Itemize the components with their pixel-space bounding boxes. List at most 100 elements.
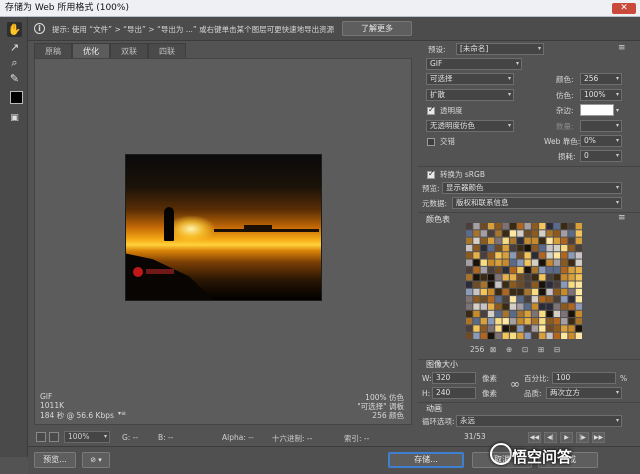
palette-swatch[interactable] bbox=[480, 274, 487, 281]
palette-swatch[interactable] bbox=[466, 259, 473, 266]
tab-optimized[interactable]: 优化 bbox=[72, 43, 110, 58]
palette-swatch[interactable] bbox=[517, 259, 524, 266]
palette-swatch[interactable] bbox=[517, 266, 524, 274]
palette-swatch[interactable] bbox=[480, 237, 487, 244]
palette-swatch[interactable] bbox=[531, 230, 539, 237]
palette-swatch[interactable] bbox=[568, 288, 575, 296]
palette-swatch[interactable] bbox=[553, 230, 561, 237]
palette-swatch[interactable] bbox=[502, 296, 509, 303]
palette-swatch[interactable] bbox=[553, 252, 561, 259]
palette-swatch[interactable] bbox=[568, 252, 575, 259]
palette-swatch[interactable] bbox=[524, 252, 531, 259]
palette-swatch[interactable] bbox=[495, 259, 502, 266]
palette-swatch[interactable] bbox=[539, 310, 546, 318]
tab-2-up[interactable]: 双联 bbox=[110, 43, 148, 58]
palette-swatch[interactable] bbox=[575, 325, 582, 332]
palette-swatch[interactable] bbox=[480, 325, 487, 332]
preview-mode-select[interactable]: 显示器颜色 ▾ bbox=[442, 182, 622, 194]
palette-swatch[interactable] bbox=[502, 332, 509, 339]
palette-swatch[interactable] bbox=[473, 288, 480, 296]
palette-swatch[interactable] bbox=[495, 296, 502, 303]
palette-swatch[interactable] bbox=[561, 325, 568, 332]
palette-swatch[interactable] bbox=[517, 318, 524, 325]
palette-swatch[interactable] bbox=[502, 303, 509, 310]
palette-swatch[interactable] bbox=[473, 252, 480, 259]
palette-swatch[interactable] bbox=[473, 266, 480, 274]
dither-algorithm-select[interactable]: 扩散 ▾ bbox=[426, 89, 514, 101]
palette-swatch[interactable] bbox=[561, 310, 568, 318]
lossy-input[interactable]: 0 ▾ bbox=[580, 150, 622, 162]
palette-swatch[interactable] bbox=[495, 244, 502, 252]
preview-button[interactable]: 预览... bbox=[34, 452, 76, 468]
palette-swatch[interactable] bbox=[509, 296, 517, 303]
palette-swatch[interactable] bbox=[546, 296, 553, 303]
palette-swatch[interactable] bbox=[502, 244, 509, 252]
palette-swatch[interactable] bbox=[517, 310, 524, 318]
transparency-checkbox[interactable] bbox=[427, 105, 435, 115]
loop-select[interactable]: 永远 ▾ bbox=[456, 415, 622, 427]
palette-swatch[interactable] bbox=[575, 296, 582, 303]
palette-swatch[interactable] bbox=[524, 281, 531, 288]
palette-swatch[interactable] bbox=[531, 296, 539, 303]
palette-swatch[interactable] bbox=[466, 230, 473, 237]
close-window-button[interactable]: ✕ bbox=[612, 3, 636, 14]
palette-swatch[interactable] bbox=[473, 223, 480, 230]
palette-swatch[interactable] bbox=[502, 318, 509, 325]
palette-swatch[interactable] bbox=[524, 332, 531, 339]
palette-swatch[interactable] bbox=[473, 274, 480, 281]
toggle-slices-icon[interactable]: ▣ bbox=[7, 111, 22, 126]
palette-swatch[interactable] bbox=[480, 318, 487, 325]
colors-select[interactable]: 256 ▾ bbox=[580, 73, 622, 85]
width-input[interactable]: 320 bbox=[432, 372, 476, 384]
palette-swatch[interactable] bbox=[531, 266, 539, 274]
palette-swatch[interactable] bbox=[561, 303, 568, 310]
palette-swatch[interactable] bbox=[524, 230, 531, 237]
palette-swatch[interactable] bbox=[553, 325, 561, 332]
palette-swatch[interactable] bbox=[531, 223, 539, 230]
palette-swatch[interactable] bbox=[539, 223, 546, 230]
palette-swatch[interactable] bbox=[539, 266, 546, 274]
palette-swatch[interactable] bbox=[487, 259, 495, 266]
palette-swatch[interactable] bbox=[575, 266, 582, 274]
palette-swatch[interactable] bbox=[466, 332, 473, 339]
height-input[interactable]: 240 bbox=[432, 387, 476, 399]
palette-swatch[interactable] bbox=[531, 332, 539, 339]
palette-swatch[interactable] bbox=[575, 332, 582, 339]
palette-swatch[interactable] bbox=[553, 223, 561, 230]
palette-swatch[interactable] bbox=[473, 332, 480, 339]
palette-swatch[interactable] bbox=[487, 252, 495, 259]
palette-swatch[interactable] bbox=[539, 288, 546, 296]
palette-swatch[interactable] bbox=[466, 310, 473, 318]
palette-swatch[interactable] bbox=[480, 303, 487, 310]
palette-swatch[interactable] bbox=[466, 223, 473, 230]
palette-swatch[interactable] bbox=[539, 237, 546, 244]
palette-swatch[interactable] bbox=[561, 318, 568, 325]
palette-swatch[interactable] bbox=[509, 230, 517, 237]
palette-swatch[interactable] bbox=[509, 318, 517, 325]
palette-swatch[interactable] bbox=[546, 303, 553, 310]
palette-swatch[interactable] bbox=[502, 310, 509, 318]
palette-swatch[interactable] bbox=[539, 244, 546, 252]
palette-swatch[interactable] bbox=[568, 259, 575, 266]
palette-swatch[interactable] bbox=[502, 288, 509, 296]
palette-swatch[interactable] bbox=[546, 332, 553, 339]
palette-swatch[interactable] bbox=[509, 237, 517, 244]
palette-swatch[interactable] bbox=[495, 281, 502, 288]
palette-swatch[interactable] bbox=[561, 252, 568, 259]
palette-swatch[interactable] bbox=[517, 274, 524, 281]
interlaced-checkbox[interactable] bbox=[427, 138, 435, 146]
palette-swatch[interactable] bbox=[517, 332, 524, 339]
palette-swatch[interactable] bbox=[553, 310, 561, 318]
palette-swatch[interactable] bbox=[524, 325, 531, 332]
preset-select[interactable]: [未命名] ▾ bbox=[456, 43, 544, 55]
convert-srgb-checkbox[interactable] bbox=[427, 169, 435, 179]
palette-swatch[interactable] bbox=[480, 296, 487, 303]
palette-swatch[interactable] bbox=[509, 332, 517, 339]
palette-swatch[interactable] bbox=[546, 310, 553, 318]
palette-swatch[interactable] bbox=[575, 288, 582, 296]
palette-swatch[interactable] bbox=[568, 325, 575, 332]
add-color-icon[interactable]: ⊞ bbox=[538, 345, 544, 354]
palette-swatch[interactable] bbox=[575, 252, 582, 259]
palette-swatch[interactable] bbox=[575, 281, 582, 288]
palette-swatch[interactable] bbox=[524, 303, 531, 310]
